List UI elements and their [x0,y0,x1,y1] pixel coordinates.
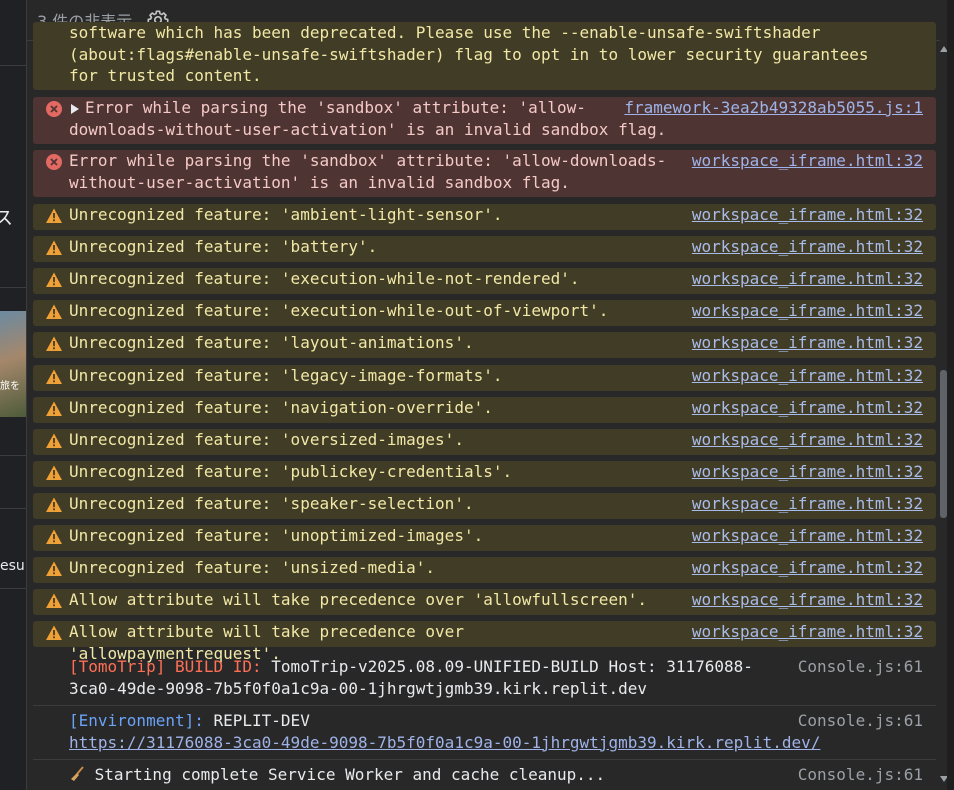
broom-icon [71,766,84,781]
warning-triangle-icon [46,465,62,480]
source-link[interactable]: Console.js:61 [798,656,923,678]
message-text: Unrecognized feature: 'oversized-images'… [69,429,464,449]
source-link[interactable]: workspace_iframe.html:32 [692,429,923,451]
message-text: Unrecognized feature: 'speaker-selection… [69,493,474,513]
source-link[interactable]: workspace_iframe.html:32 [692,397,923,419]
source-link[interactable]: workspace_iframe.html:32 [692,332,923,354]
message-text: software which has been deprecated. Plea… [69,23,869,85]
page-thumbnail-image: 旅を [0,311,26,417]
page-thumbnail-caption: 旅を [0,381,20,392]
console-warning[interactable]: workspace_iframe.html:32 Unrecognized fea… [33,460,936,487]
message-text: Unrecognized feature: 'publickey-credent… [69,461,513,481]
page-text-fragment: ス [0,203,13,230]
console-warning[interactable]: workspace_iframe.html:32 Unrecognized fea… [33,492,936,519]
divider [0,588,26,589]
error-icon [46,101,62,117]
warning-triangle-icon [46,433,62,448]
warning-triangle-icon [46,272,62,288]
console-log[interactable]: Console.js:61 Starting complete Service … [33,761,936,790]
source-link[interactable]: workspace_iframe.html:32 [692,525,923,547]
source-link[interactable]: workspace_iframe.html:32 [692,557,923,579]
console-warning[interactable]: workspace_iframe.html:32 Unrecognized fea… [33,428,936,455]
console-warning[interactable]: workspace_iframe.html:32 Unrecognized fea… [33,268,936,295]
console-warning[interactable]: workspace_iframe.html:32 Unrecognized fea… [33,557,936,584]
message-text: Unrecognized feature: 'battery'. [69,237,378,257]
log-tag: [Environment]: [69,711,204,730]
divider [0,287,26,288]
console-error[interactable]: framework-3ea2b49328ab5055.js:1 Error wh… [33,97,936,144]
message-text: Unrecognized feature: 'execution-while-n… [69,269,580,289]
source-link[interactable]: Console.js:61 [798,710,923,732]
source-link[interactable]: Console.js:61 [798,764,923,786]
message-text: Starting complete Service Worker and cac… [85,765,606,784]
warning-triangle-icon [46,401,62,416]
console-log[interactable]: Console.js:61 [TomoTrip] BUILD ID: TomoT… [33,653,936,706]
message-text: Unrecognized feature: 'ambient-light-sen… [69,205,503,224]
console-error[interactable]: workspace_iframe.html:32 Error while par… [33,150,936,197]
source-link[interactable]: workspace_iframe.html:32 [692,461,923,483]
message-text: Unrecognized feature: 'navigation-overri… [69,397,493,417]
page-behind-strip: ス 旅を esu [0,0,27,790]
source-link[interactable]: workspace_iframe.html:32 [692,150,923,172]
log-tag: [TomoTrip] BUILD ID: [69,657,262,676]
message-text: Allow attribute will take precedence ove… [69,590,647,610]
source-link[interactable]: framework-3ea2b49328ab5055.js:1 [624,97,923,119]
divider [0,455,26,456]
warning-triangle-icon [46,497,62,512]
scrollbar-thumb[interactable] [940,370,947,518]
console-warning[interactable]: workspace_iframe.html:32 Unrecognized fea… [33,332,936,359]
scroll-up-arrow-icon[interactable] [940,46,947,52]
source-link[interactable]: workspace_iframe.html:32 [692,300,923,322]
devtools-console-panel: 3 件の非表示 software which has been deprecat… [27,0,947,790]
console-warning[interactable]: workspace_iframe.html:32 Unrecognized fea… [33,300,936,327]
source-link[interactable]: workspace_iframe.html:32 [692,493,923,515]
message-text: REPLIT-DEV [203,711,310,730]
console-warning[interactable]: workspace_iframe.html:32 Unrecognized fea… [33,364,936,391]
source-link[interactable]: workspace_iframe.html:32 [692,268,923,290]
console-log[interactable]: Console.js:61 [Environment]: REPLIT-DEV … [33,707,936,760]
warning-triangle-icon [46,593,62,609]
source-link[interactable]: workspace_iframe.html:32 [692,204,923,226]
warning-triangle-icon [46,625,62,641]
console-warning[interactable]: software which has been deprecated. Plea… [33,22,936,90]
divider [0,65,26,66]
source-link[interactable]: workspace_iframe.html:32 [692,365,923,387]
warning-triangle-icon [46,369,62,384]
source-link[interactable]: workspace_iframe.html:32 [692,621,923,643]
error-icon [46,154,62,170]
source-link[interactable]: workspace_iframe.html:32 [692,236,923,258]
console-warning[interactable]: workspace_iframe.html:32 Unrecognized fea… [33,396,936,423]
message-text: Unrecognized feature: 'legacy-image-form… [69,365,503,385]
environment-url-link[interactable]: https://31176088-3ca0-49de-9098-7b5f0f0a… [69,733,820,752]
warning-triangle-icon [46,240,62,256]
message-text: Error while parsing the 'sandbox' attrib… [69,151,667,192]
message-text: Unrecognized feature: 'layout-animations… [69,333,474,353]
console-warning[interactable]: workspace_iframe.html:32 Unrecognized fea… [33,236,936,263]
warning-triangle-icon [46,561,62,577]
console-warning[interactable]: workspace_iframe.html:32 Unrecognized fea… [33,525,936,551]
message-text: Unrecognized feature: 'unoptimized-image… [69,526,484,545]
warning-triangle-icon [46,336,62,352]
message-text: Unrecognized feature: 'unsized-media'. [69,558,436,578]
console-warning[interactable]: workspace_iframe.html:32 Allow attribute … [33,589,936,616]
console-warning[interactable]: workspace_iframe.html:32 Allow attribute … [33,621,936,663]
message-text: Error while parsing the 'sandbox' attrib… [69,98,667,139]
console-warning[interactable]: workspace_iframe.html:32 Unrecognized fea… [33,204,936,230]
source-link[interactable]: workspace_iframe.html:32 [692,589,923,611]
divider [0,508,26,509]
warning-triangle-icon [46,304,62,320]
page-text-fragment: esu [0,558,25,574]
expand-triangle-icon[interactable] [71,103,79,114]
scroll-down-arrow-icon[interactable] [940,776,947,782]
warning-triangle-icon [46,208,62,223]
message-text: Unrecognized feature: 'execution-while-o… [69,301,609,321]
warning-triangle-icon [46,529,62,544]
scrollbar[interactable] [940,40,947,790]
